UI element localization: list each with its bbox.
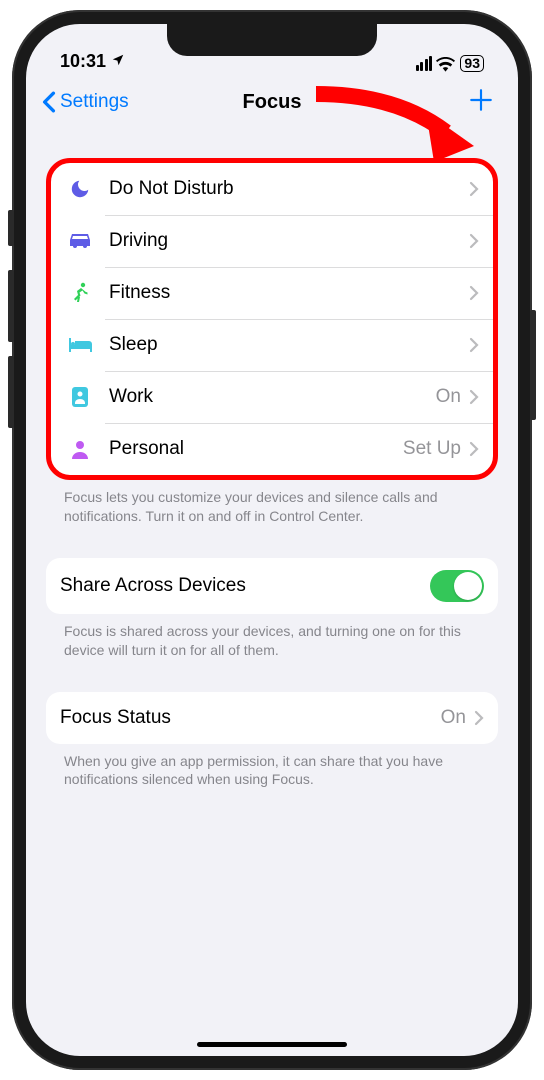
side-button	[530, 310, 536, 420]
focus-status-footer: When you give an app permission, it can …	[46, 744, 498, 790]
row-detail: On	[436, 386, 461, 408]
row-label: Personal	[109, 438, 403, 460]
wifi-icon	[436, 56, 456, 72]
focus-status-label: Focus Status	[60, 707, 441, 729]
share-across-devices-row: Share Across Devices	[46, 558, 498, 614]
chevron-right-icon	[469, 441, 479, 457]
cellular-icon	[416, 56, 433, 71]
share-group: Share Across Devices	[46, 558, 498, 614]
chevron-right-icon	[469, 285, 479, 301]
badge-icon	[65, 386, 95, 408]
moon-icon	[65, 178, 95, 200]
focus-row-driving[interactable]: Driving	[51, 215, 493, 267]
phone-frame: 10:31 93 Settings Focus	[12, 10, 532, 1070]
focus-row-fitness[interactable]: Fitness	[51, 267, 493, 319]
screen: 10:31 93 Settings Focus	[26, 24, 518, 1056]
chevron-right-icon	[474, 710, 484, 726]
share-label: Share Across Devices	[60, 575, 430, 597]
person-icon	[65, 439, 95, 459]
share-toggle[interactable]	[430, 570, 484, 602]
focus-row-do-not-disturb[interactable]: Do Not Disturb	[51, 163, 493, 215]
row-label: Fitness	[109, 282, 461, 304]
row-label: Driving	[109, 230, 461, 252]
status-time: 10:31	[60, 51, 106, 72]
mute-switch	[8, 210, 14, 246]
chevron-right-icon	[469, 337, 479, 353]
row-label: Sleep	[109, 334, 461, 356]
bed-icon	[65, 337, 95, 353]
add-button[interactable]	[468, 86, 494, 118]
row-label: Do Not Disturb	[109, 178, 461, 200]
focus-list-group: Do Not Disturb Driving Fitne	[46, 158, 498, 480]
page-title: Focus	[243, 91, 302, 114]
plus-icon	[468, 87, 494, 113]
share-footer: Focus is shared across your devices, and…	[46, 614, 498, 660]
back-label: Settings	[60, 91, 129, 113]
chevron-right-icon	[469, 389, 479, 405]
focus-row-work[interactable]: Work On	[51, 371, 493, 423]
volume-down	[8, 356, 14, 428]
runner-icon	[65, 282, 95, 304]
notch	[167, 24, 377, 56]
row-label: Work	[109, 386, 436, 408]
focus-list-footer: Focus lets you customize your devices an…	[46, 480, 498, 526]
focus-row-sleep[interactable]: Sleep	[51, 319, 493, 371]
focus-status-detail: On	[441, 707, 466, 729]
content: Do Not Disturb Driving Fitne	[26, 130, 518, 789]
focus-status-row[interactable]: Focus Status On	[46, 692, 498, 744]
nav-bar: Settings Focus	[26, 74, 518, 130]
focus-row-personal[interactable]: Personal Set Up	[51, 423, 493, 475]
chevron-right-icon	[469, 233, 479, 249]
location-icon	[111, 51, 125, 72]
volume-up	[8, 270, 14, 342]
battery-indicator: 93	[460, 55, 484, 72]
home-indicator[interactable]	[197, 1042, 347, 1047]
chevron-left-icon	[42, 91, 56, 113]
back-button[interactable]: Settings	[42, 91, 129, 113]
car-icon	[65, 232, 95, 250]
focus-status-group: Focus Status On	[46, 692, 498, 744]
row-detail: Set Up	[403, 438, 461, 460]
chevron-right-icon	[469, 181, 479, 197]
